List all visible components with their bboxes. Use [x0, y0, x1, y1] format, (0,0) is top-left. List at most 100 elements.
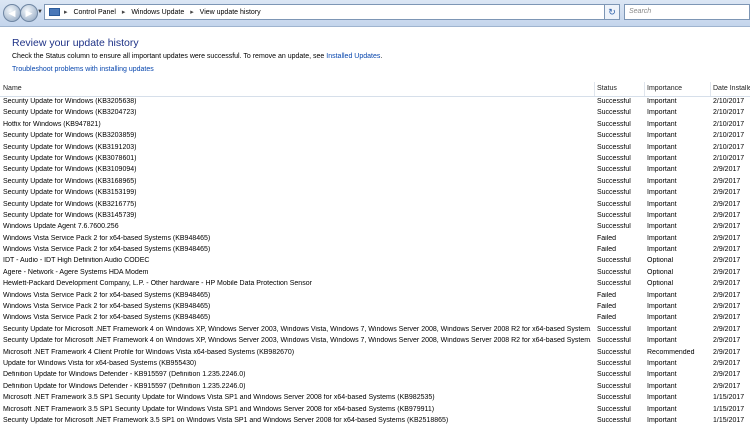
update-importance: Important: [647, 234, 677, 242]
update-status: Successful: [597, 371, 631, 379]
update-status: Successful: [597, 177, 631, 185]
update-status: Successful: [597, 359, 631, 367]
table-row[interactable]: Security Update for Windows (KB3145739) S…: [0, 211, 750, 222]
update-name: Security Update for Windows (KB3203859): [3, 132, 137, 140]
update-name: Update for Windows Vista for x64-based S…: [3, 359, 197, 367]
update-name: Windows Vista Service Pack 2 for x64-bas…: [3, 246, 211, 254]
table-row[interactable]: Hotfix for Windows (KB947821) Successful I…: [0, 120, 750, 131]
update-status: Failed: [597, 246, 617, 254]
update-history-list: Security Update for Windows (KB3205638) S…: [0, 97, 750, 427]
update-date: 2/10/2017: [713, 154, 745, 162]
update-date: 2/9/2017: [713, 382, 741, 390]
table-row[interactable]: Hewlett-Packard Development Company, L.P…: [0, 279, 750, 290]
table-row[interactable]: Microsoft .NET Framework 4 Client Profil…: [0, 348, 750, 359]
update-name: Definition Update for Windows Defender -…: [3, 371, 246, 379]
search-placeholder: Search: [629, 8, 652, 15]
table-row[interactable]: Microsoft .NET Framework 3.5 SP1 Securit…: [0, 393, 750, 404]
update-name: Security Update for Windows (KB3205638): [3, 98, 137, 105]
table-row[interactable]: Security Update for Microsoft .NET Frame…: [0, 325, 750, 336]
update-status: Successful: [597, 337, 631, 345]
update-importance: Important: [647, 394, 677, 402]
update-name: Security Update for Windows (KB3145739): [3, 211, 137, 219]
table-row[interactable]: Security Update for Windows (KB3205638) S…: [0, 97, 750, 108]
update-date: 2/9/2017: [713, 211, 741, 219]
table-row[interactable]: Definition Update for Windows Defender -…: [0, 370, 750, 381]
chevron-right-icon[interactable]: ▸: [190, 9, 194, 16]
update-date: 2/9/2017: [713, 280, 741, 288]
update-status: Successful: [597, 257, 631, 265]
update-status: Successful: [597, 325, 631, 333]
table-row[interactable]: Windows Vista Service Pack 2 for x64-bas…: [0, 313, 750, 324]
page-title: Review your update history: [12, 37, 139, 49]
update-name: Agere - Network - Agere Systems HDA Mode…: [3, 268, 149, 276]
update-status: Failed: [597, 291, 617, 299]
column-divider[interactable]: [644, 82, 645, 96]
update-name: Security Update for Microsoft .NET Frame…: [3, 337, 591, 345]
chevron-right-icon[interactable]: ▸: [64, 9, 68, 16]
table-row[interactable]: Security Update for Microsoft .NET Frame…: [0, 336, 750, 347]
table-row[interactable]: Security Update for Microsoft .NET Frame…: [0, 416, 750, 427]
column-header-name[interactable]: Name: [3, 85, 22, 92]
breadcrumb-windows-update[interactable]: Windows Update: [131, 9, 184, 16]
forward-icon[interactable]: ▶: [20, 4, 38, 22]
page-description: Check the Status column to ensure all im…: [12, 53, 382, 60]
installed-updates-link[interactable]: Installed Updates: [326, 53, 380, 60]
column-header-status[interactable]: Status: [597, 85, 617, 92]
update-name: Windows Vista Service Pack 2 for x64-bas…: [3, 314, 211, 322]
table-row[interactable]: Security Update for Windows (KB3153199) S…: [0, 188, 750, 199]
table-row[interactable]: Security Update for Windows (KB3216775) S…: [0, 200, 750, 211]
update-date: 1/15/2017: [713, 405, 745, 413]
update-name: IDT - Audio - IDT High Definition Audio …: [3, 257, 150, 265]
troubleshoot-link[interactable]: Troubleshoot problems with installing up…: [12, 66, 154, 73]
chevron-right-icon[interactable]: ▸: [122, 9, 126, 16]
update-status: Successful: [597, 268, 631, 276]
table-row[interactable]: Security Update for Windows (KB3078601) S…: [0, 154, 750, 165]
update-name: Hewlett-Packard Development Company, L.P…: [3, 280, 312, 288]
update-importance: Important: [647, 325, 677, 333]
address-field[interactable]: ▸ Control Panel ▸ Windows Update ▸ View …: [44, 4, 620, 20]
table-row[interactable]: Windows Vista Service Pack 2 for x64-bas…: [0, 302, 750, 313]
update-importance: Important: [647, 177, 677, 185]
update-date: 2/9/2017: [713, 359, 741, 367]
column-header-importance[interactable]: Importance: [647, 85, 682, 92]
table-row[interactable]: Security Update for Windows (KB3109094) S…: [0, 165, 750, 176]
update-name: Security Update for Windows (KB3216775): [3, 200, 137, 208]
update-importance: Important: [647, 359, 677, 367]
column-divider[interactable]: [594, 82, 595, 96]
table-row[interactable]: Windows Vista Service Pack 2 for x64-bas…: [0, 234, 750, 245]
breadcrumb-view-update-history[interactable]: View update history: [200, 9, 261, 16]
update-importance: Important: [647, 189, 677, 197]
search-input[interactable]: Search: [624, 4, 750, 20]
table-row[interactable]: Security Update for Windows (KB3204723) S…: [0, 108, 750, 119]
update-date: 2/10/2017: [713, 98, 745, 105]
update-date: 2/9/2017: [713, 166, 741, 174]
table-row[interactable]: Definition Update for Windows Defender -…: [0, 382, 750, 393]
table-row[interactable]: Security Update for Windows (KB3191203) S…: [0, 143, 750, 154]
table-row[interactable]: Update for Windows Vista for x64-based S…: [0, 359, 750, 370]
table-row[interactable]: Windows Vista Service Pack 2 for x64-bas…: [0, 245, 750, 256]
table-row[interactable]: Security Update for Windows (KB3203859) S…: [0, 131, 750, 142]
update-date: 2/9/2017: [713, 200, 741, 208]
column-header-date-installed[interactable]: Date Installed: [713, 85, 750, 92]
breadcrumb-control-panel[interactable]: Control Panel: [73, 9, 115, 16]
table-row[interactable]: Microsoft .NET Framework 3.5 SP1 Securit…: [0, 405, 750, 416]
refresh-icon[interactable]: ↻: [604, 4, 620, 20]
column-divider[interactable]: [710, 82, 711, 96]
table-row[interactable]: IDT - Audio - IDT High Definition Audio …: [0, 256, 750, 267]
control-panel-icon: [49, 8, 60, 16]
update-importance: Recommended: [647, 348, 695, 356]
description-end: .: [380, 53, 383, 60]
update-importance: Important: [647, 120, 677, 128]
update-date: 2/9/2017: [713, 257, 741, 265]
table-row[interactable]: Security Update for Windows (KB3168965) S…: [0, 177, 750, 188]
update-status: Successful: [597, 143, 631, 151]
back-icon[interactable]: ◀: [3, 4, 21, 22]
update-date: 2/9/2017: [713, 234, 741, 242]
update-status: Successful: [597, 132, 631, 140]
update-importance: Important: [647, 211, 677, 219]
table-row[interactable]: Windows Update Agent 7.6.7600.256 Success…: [0, 222, 750, 233]
table-row[interactable]: Windows Vista Service Pack 2 for x64-bas…: [0, 291, 750, 302]
recent-pages-dropdown-icon[interactable]: ▼: [37, 9, 43, 15]
table-row[interactable]: Agere - Network - Agere Systems HDA Mode…: [0, 268, 750, 279]
update-name: Security Update for Microsoft .NET Frame…: [3, 416, 449, 424]
